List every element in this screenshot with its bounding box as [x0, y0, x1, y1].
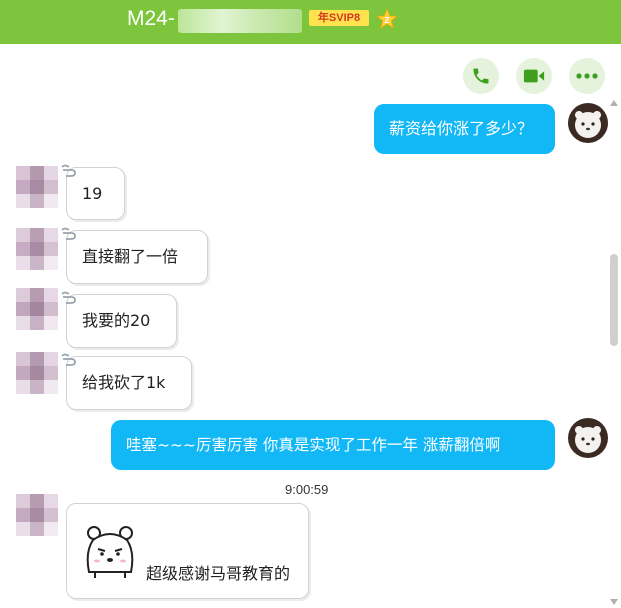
- more-icon: [576, 73, 598, 79]
- message-bubble-incoming[interactable]: 给我砍了1k: [61, 353, 192, 410]
- contact-avatar[interactable]: [16, 494, 58, 536]
- cat-avatar-icon: [575, 426, 601, 453]
- contact-avatar[interactable]: [16, 352, 58, 394]
- message-bubble-outgoing[interactable]: 薪资给你涨了多少？: [374, 104, 555, 154]
- contact-avatar[interactable]: [16, 166, 58, 208]
- my-avatar[interactable]: [568, 418, 608, 458]
- video-icon: [523, 69, 545, 83]
- phone-icon: [473, 68, 489, 84]
- star-badge-icon[interactable]: Z: [376, 8, 398, 30]
- contact-avatar[interactable]: [16, 228, 58, 270]
- message-text: 给我砍了1k: [82, 373, 166, 392]
- message-timestamp: 9:00:59: [285, 482, 329, 497]
- message-bubble-outgoing[interactable]: 哇塞~~~厉害厉害 你真是实现了工作一年 涨薪翻倍啊: [111, 420, 555, 470]
- my-avatar[interactable]: [568, 103, 608, 143]
- voice-call-button[interactable]: [463, 58, 499, 94]
- message-text: 直接翻了一倍: [82, 247, 179, 266]
- message-bubble-incoming[interactable]: 直接翻了一倍: [61, 227, 208, 284]
- message-text: 超级感谢马哥教育的: [146, 564, 291, 583]
- cat-avatar-icon: [575, 111, 601, 138]
- paperclip-icon: [61, 291, 76, 304]
- star-badge-text: Z: [385, 16, 390, 25]
- scrollbar-thumb[interactable]: [610, 254, 618, 346]
- message-bubble-incoming[interactable]: 19: [61, 164, 125, 220]
- contact-name[interactable]: M24-: [127, 7, 175, 31]
- message-text: 我要的20: [82, 311, 151, 330]
- message-bubble-incoming[interactable]: 超级感谢马哥教育的: [66, 503, 309, 599]
- paperclip-icon: [61, 353, 76, 366]
- message-text: 薪资给你涨了多少？: [389, 119, 534, 138]
- contact-avatar[interactable]: [16, 288, 58, 330]
- bear-sticker-icon: [81, 522, 139, 580]
- contact-name-redacted: [178, 9, 302, 33]
- paperclip-icon: [61, 227, 76, 240]
- scroll-up-arrow-icon[interactable]: [609, 99, 619, 107]
- video-call-button[interactable]: [516, 58, 552, 94]
- message-bubble-incoming[interactable]: 我要的20: [61, 291, 177, 348]
- svip-badge[interactable]: 年SVIP8: [309, 10, 369, 26]
- paperclip-icon: [61, 164, 76, 177]
- message-text: 19: [82, 184, 103, 203]
- scroll-down-arrow-icon[interactable]: [609, 598, 619, 606]
- message-text: 哇塞~~~厉害厉害 你真是实现了工作一年 涨薪翻倍啊: [126, 436, 501, 454]
- more-options-button[interactable]: [569, 58, 605, 94]
- chat-header: M24- 年SVIP8 Z: [0, 0, 621, 44]
